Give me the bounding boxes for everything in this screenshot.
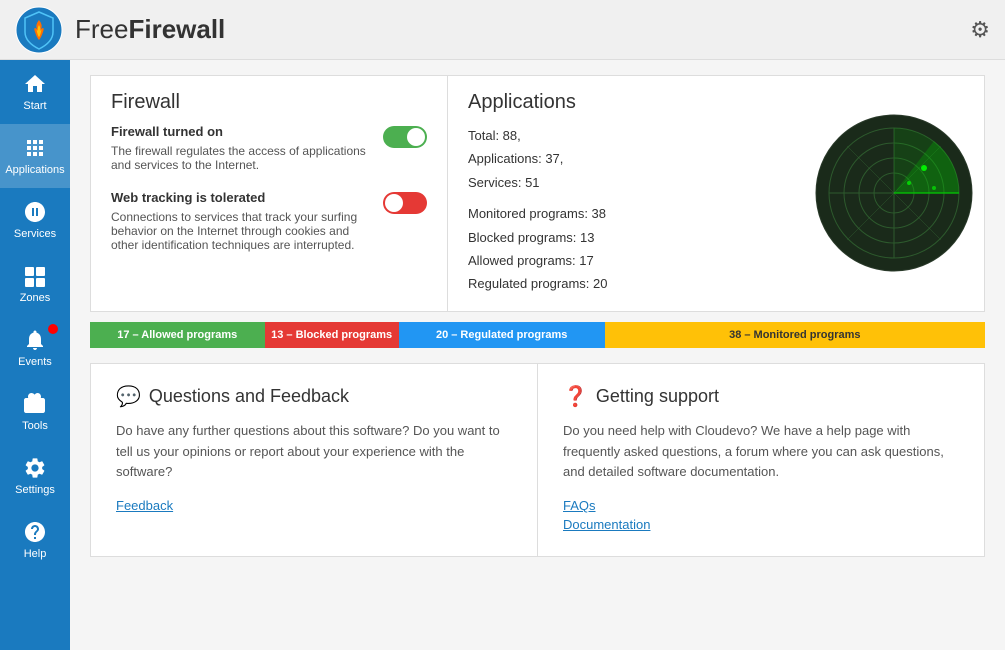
bottom-section: 💬 Questions and Feedback Do have any fur… xyxy=(90,363,985,557)
app-stats: Total: 88, Applications: 37, Services: 5… xyxy=(468,124,784,296)
feedback-link[interactable]: Feedback xyxy=(116,498,173,513)
firewall-toggle[interactable] xyxy=(383,126,427,148)
applications-title: Applications xyxy=(468,91,784,114)
feedback-panel: 💬 Questions and Feedback Do have any fur… xyxy=(91,364,538,556)
support-desc: Do you need help with Cloudevo? We have … xyxy=(563,421,959,483)
sidebar-item-services[interactable]: Services xyxy=(0,188,70,252)
events-badge xyxy=(48,324,58,334)
pb-blocked: 13 – Blocked programs xyxy=(265,322,399,348)
support-panel: ❓ Getting support Do you need help with … xyxy=(538,364,984,556)
faqs-link[interactable]: FAQs xyxy=(563,498,596,513)
radar-svg xyxy=(814,113,974,273)
firewall-on-row: Firewall turned on The firewall regulate… xyxy=(111,124,427,182)
firewall-status-desc: The firewall regulates the access of app… xyxy=(111,144,373,172)
main-layout: Start Applications Services Zones Events… xyxy=(0,60,1005,650)
app-logo xyxy=(15,6,63,54)
sidebar-item-zones[interactable]: Zones xyxy=(0,252,70,316)
support-title: ❓ Getting support xyxy=(563,384,959,409)
sidebar-item-settings[interactable]: Settings xyxy=(0,444,70,508)
settings-header-button[interactable]: ⚙ xyxy=(970,17,990,43)
feedback-desc: Do have any further questions about this… xyxy=(116,421,512,483)
radar-panel xyxy=(804,76,984,311)
firewall-status-label: Firewall turned on xyxy=(111,124,373,139)
firewall-title: Firewall xyxy=(111,91,427,114)
question-mark-icon: ❓ xyxy=(563,384,588,409)
sidebar-item-start[interactable]: Start xyxy=(0,60,70,124)
sidebar-item-applications[interactable]: Applications xyxy=(0,124,70,188)
tracking-label: Web tracking is tolerated xyxy=(111,190,373,205)
pb-monitored: 38 – Monitored programs xyxy=(605,322,985,348)
top-section: Firewall Firewall turned on The firewall… xyxy=(90,75,985,312)
app-header: FreeFirewall ⚙ xyxy=(0,0,1005,60)
tracking-desc: Connections to services that track your … xyxy=(111,210,373,252)
tracking-row: Web tracking is tolerated Connections to… xyxy=(111,190,427,262)
main-content: Firewall Firewall turned on The firewall… xyxy=(70,60,1005,650)
app-title: FreeFirewall xyxy=(75,14,225,45)
tracking-toggle[interactable] xyxy=(383,192,427,214)
sidebar-item-tools[interactable]: Tools xyxy=(0,380,70,444)
documentation-link[interactable]: Documentation xyxy=(563,517,650,532)
pb-allowed: 17 – Allowed programs xyxy=(90,322,265,348)
firewall-panel: Firewall Firewall turned on The firewall… xyxy=(91,76,448,311)
feedback-title: 💬 Questions and Feedback xyxy=(116,384,512,409)
sidebar-item-help[interactable]: Help xyxy=(0,508,70,572)
pb-regulated: 20 – Regulated programs xyxy=(399,322,605,348)
applications-panel: Applications Total: 88, Applications: 37… xyxy=(448,76,804,311)
sidebar-item-events[interactable]: Events xyxy=(0,316,70,380)
progress-bar: 17 – Allowed programs 13 – Blocked progr… xyxy=(90,322,985,348)
speech-bubble-icon: 💬 xyxy=(116,384,141,409)
sidebar: Start Applications Services Zones Events… xyxy=(0,60,70,650)
